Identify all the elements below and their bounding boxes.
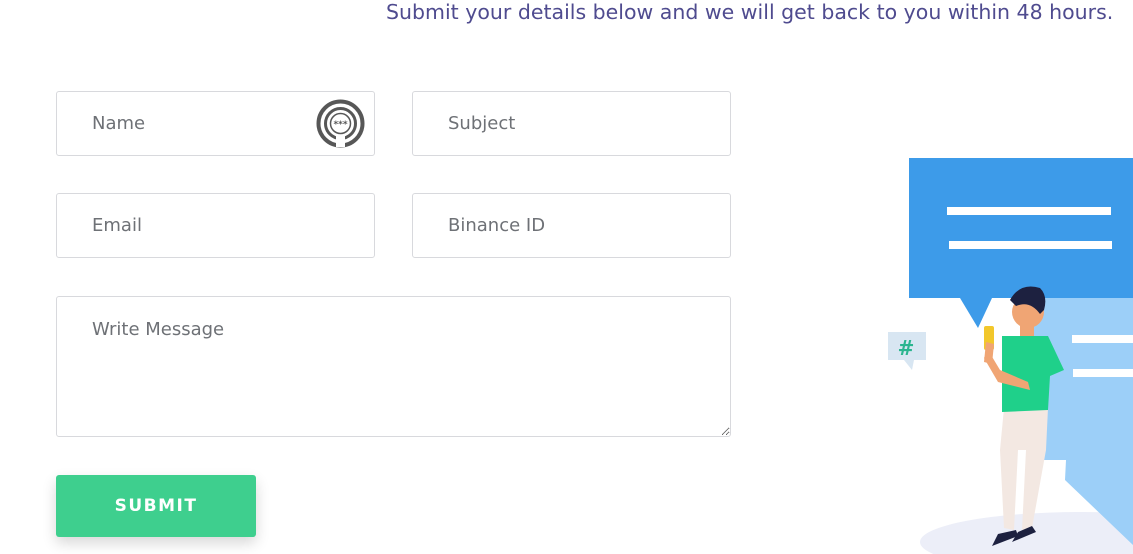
svg-text:#: # bbox=[898, 336, 915, 360]
subject-input[interactable] bbox=[413, 92, 730, 155]
hashtag-bubble: # bbox=[888, 332, 926, 370]
svg-text:***: *** bbox=[333, 120, 347, 130]
password-manager-icon[interactable]: *** bbox=[316, 99, 365, 148]
subject-field-wrapper bbox=[412, 91, 731, 156]
binance-id-input[interactable] bbox=[413, 194, 730, 257]
page-subtitle: Submit your details below and we will ge… bbox=[386, 0, 1114, 24]
email-input[interactable] bbox=[57, 194, 374, 257]
email-field-wrapper bbox=[56, 193, 375, 258]
message-textarea[interactable] bbox=[57, 297, 730, 436]
binance-id-field-wrapper bbox=[412, 193, 731, 258]
message-field-wrapper bbox=[56, 296, 731, 437]
submit-button[interactable]: SUBMIT bbox=[56, 475, 256, 537]
person-chat-illustration: # bbox=[888, 158, 1133, 554]
